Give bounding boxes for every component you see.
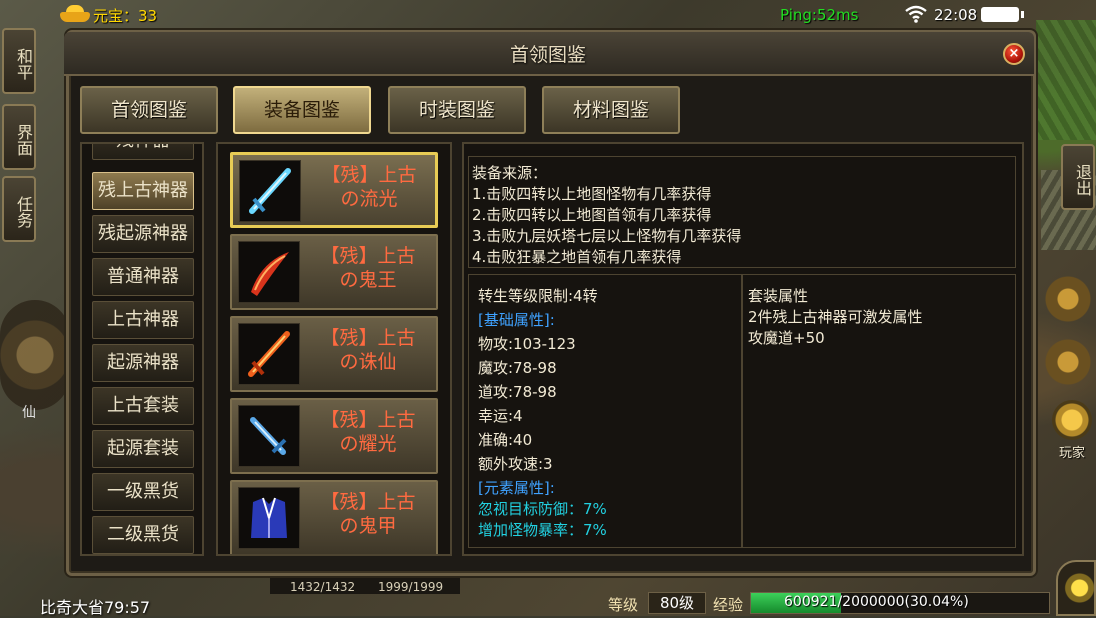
gold-ingot-icon: [60, 5, 90, 23]
element-attribute-line: 增加怪物暴率：7%: [478, 521, 607, 539]
equipment-list[interactable]: 【残】上古 の流光 【残】上古 の鬼王 【残】上古 の诛仙 【残】上古 の耀光 …: [216, 142, 452, 556]
element-attribute-header: [元素属性]:: [478, 479, 555, 497]
hp-readout: 1432/1432: [290, 580, 356, 594]
tab-boss-codex[interactable]: 首领图鉴: [80, 86, 218, 134]
category-item[interactable]: 一级黑货: [92, 473, 194, 511]
wifi-icon: [905, 5, 927, 23]
equipment-item[interactable]: 【残】上古 の鬼甲: [230, 480, 438, 554]
category-item[interactable]: 起源神器: [92, 344, 194, 382]
close-button[interactable]: ×: [1003, 43, 1025, 65]
category-item[interactable]: 起源套装: [92, 430, 194, 468]
red-blade-icon: [238, 241, 300, 303]
attribute-line: 额外攻速:3: [478, 455, 553, 473]
base-attribute-header: [基础属性]:: [478, 311, 555, 329]
ping-indicator: Ping:52ms: [780, 6, 859, 24]
element-attribute-line: 忽视目标防御：7%: [478, 500, 607, 518]
day-night-icon[interactable]: [1056, 560, 1096, 616]
category-item[interactable]: 普通神器: [92, 258, 194, 296]
source-line: 4.击败狂暴之地首领有几率获得: [472, 248, 682, 266]
attribute-line: 道攻:78-98: [478, 383, 557, 401]
battery-icon: [981, 7, 1019, 22]
level-label: 等级: [608, 596, 639, 614]
category-item[interactable]: 二级黑货: [92, 516, 194, 554]
level-value: 80级: [648, 592, 706, 614]
ice-sword-icon: [238, 405, 300, 467]
clock: 22:08: [934, 6, 978, 24]
location-label: 比奇大省79:57: [40, 598, 151, 617]
blue-armor-icon: [238, 487, 300, 549]
equipment-name: 【残】上古 の耀光: [320, 409, 416, 455]
exit-button[interactable]: 退出: [1061, 144, 1095, 210]
player-button-label: 玩家: [1058, 446, 1085, 461]
tab-material-codex[interactable]: 材料图鉴: [542, 86, 680, 134]
fire-sword-icon: [238, 323, 300, 385]
category-list[interactable]: 残神器 残上古神器 残起源神器 普通神器 上古神器 起源神器 上古套装 起源套装…: [80, 142, 204, 556]
blue-sword-icon: [239, 160, 301, 222]
tab-equipment-codex[interactable]: 装备图鉴: [233, 86, 371, 134]
equipment-name: 【残】上古 の鬼王: [320, 245, 416, 291]
grass-terrain: [1036, 20, 1096, 140]
equipment-name: 【残】上古 の流光: [321, 164, 417, 210]
equipment-item[interactable]: 【残】上古 の鬼王: [230, 234, 438, 310]
source-title: 装备来源：: [472, 164, 548, 182]
player-emblem-icon: [1052, 400, 1092, 440]
rebirth-requirement: 转生等级限制:4转: [478, 287, 598, 305]
exp-label: 经验: [713, 596, 744, 614]
source-line: 2.击败四转以上地图首领有几率获得: [472, 206, 712, 224]
equipment-item[interactable]: 【残】上古 の诛仙: [230, 316, 438, 392]
mp-readout: 1999/1999: [378, 580, 444, 594]
currency-label: 元宝：33: [93, 7, 158, 25]
set-attribute-line: 2件残上古神器可激发属性: [748, 308, 923, 326]
category-item[interactable]: 上古神器: [92, 301, 194, 339]
status-bar: 元宝：33 Ping:52ms 22:08: [0, 0, 1096, 30]
category-item-active[interactable]: 残上古神器: [92, 172, 194, 210]
right-skill-ornament: [1040, 250, 1096, 390]
equipment-name: 【残】上古 の诛仙: [320, 327, 416, 373]
battery-tip: [1021, 11, 1024, 18]
category-item[interactable]: 残起源神器: [92, 215, 194, 253]
set-attribute-line: 攻魔道+50: [748, 329, 825, 347]
equipment-item-active[interactable]: 【残】上古 の流光: [230, 152, 438, 228]
attribute-line: 物攻:103-123: [478, 335, 576, 353]
attribute-line: 幸运:4: [478, 407, 523, 425]
attribute-line: 魔攻:78-98: [478, 359, 557, 377]
category-item[interactable]: 上古套装: [92, 387, 194, 425]
panel-title: 首领图鉴: [509, 44, 586, 66]
source-line: 3.击败九层妖塔七层以上怪物有几率获得: [472, 227, 742, 245]
player-button[interactable]: 玩家: [1050, 400, 1094, 461]
skill-wheel-ornament: [0, 300, 70, 410]
equipment-name: 【残】上古 の鬼甲: [320, 491, 416, 537]
attribute-line: 准确:40: [478, 431, 533, 449]
exp-readout: 600921/2000000(30.04%): [784, 594, 969, 610]
quest-button[interactable]: 任务: [2, 176, 36, 242]
category-item[interactable]: 残神器: [92, 144, 194, 160]
tab-fashion-codex[interactable]: 时装图鉴: [388, 86, 526, 134]
set-attribute-title: 套装属性: [748, 287, 809, 305]
interface-button[interactable]: 界面: [2, 104, 36, 170]
ground-item-label: 仙: [22, 405, 36, 421]
equipment-item[interactable]: 【残】上古 の耀光: [230, 398, 438, 474]
source-line: 1.击败四转以上地图怪物有几率获得: [472, 185, 712, 203]
